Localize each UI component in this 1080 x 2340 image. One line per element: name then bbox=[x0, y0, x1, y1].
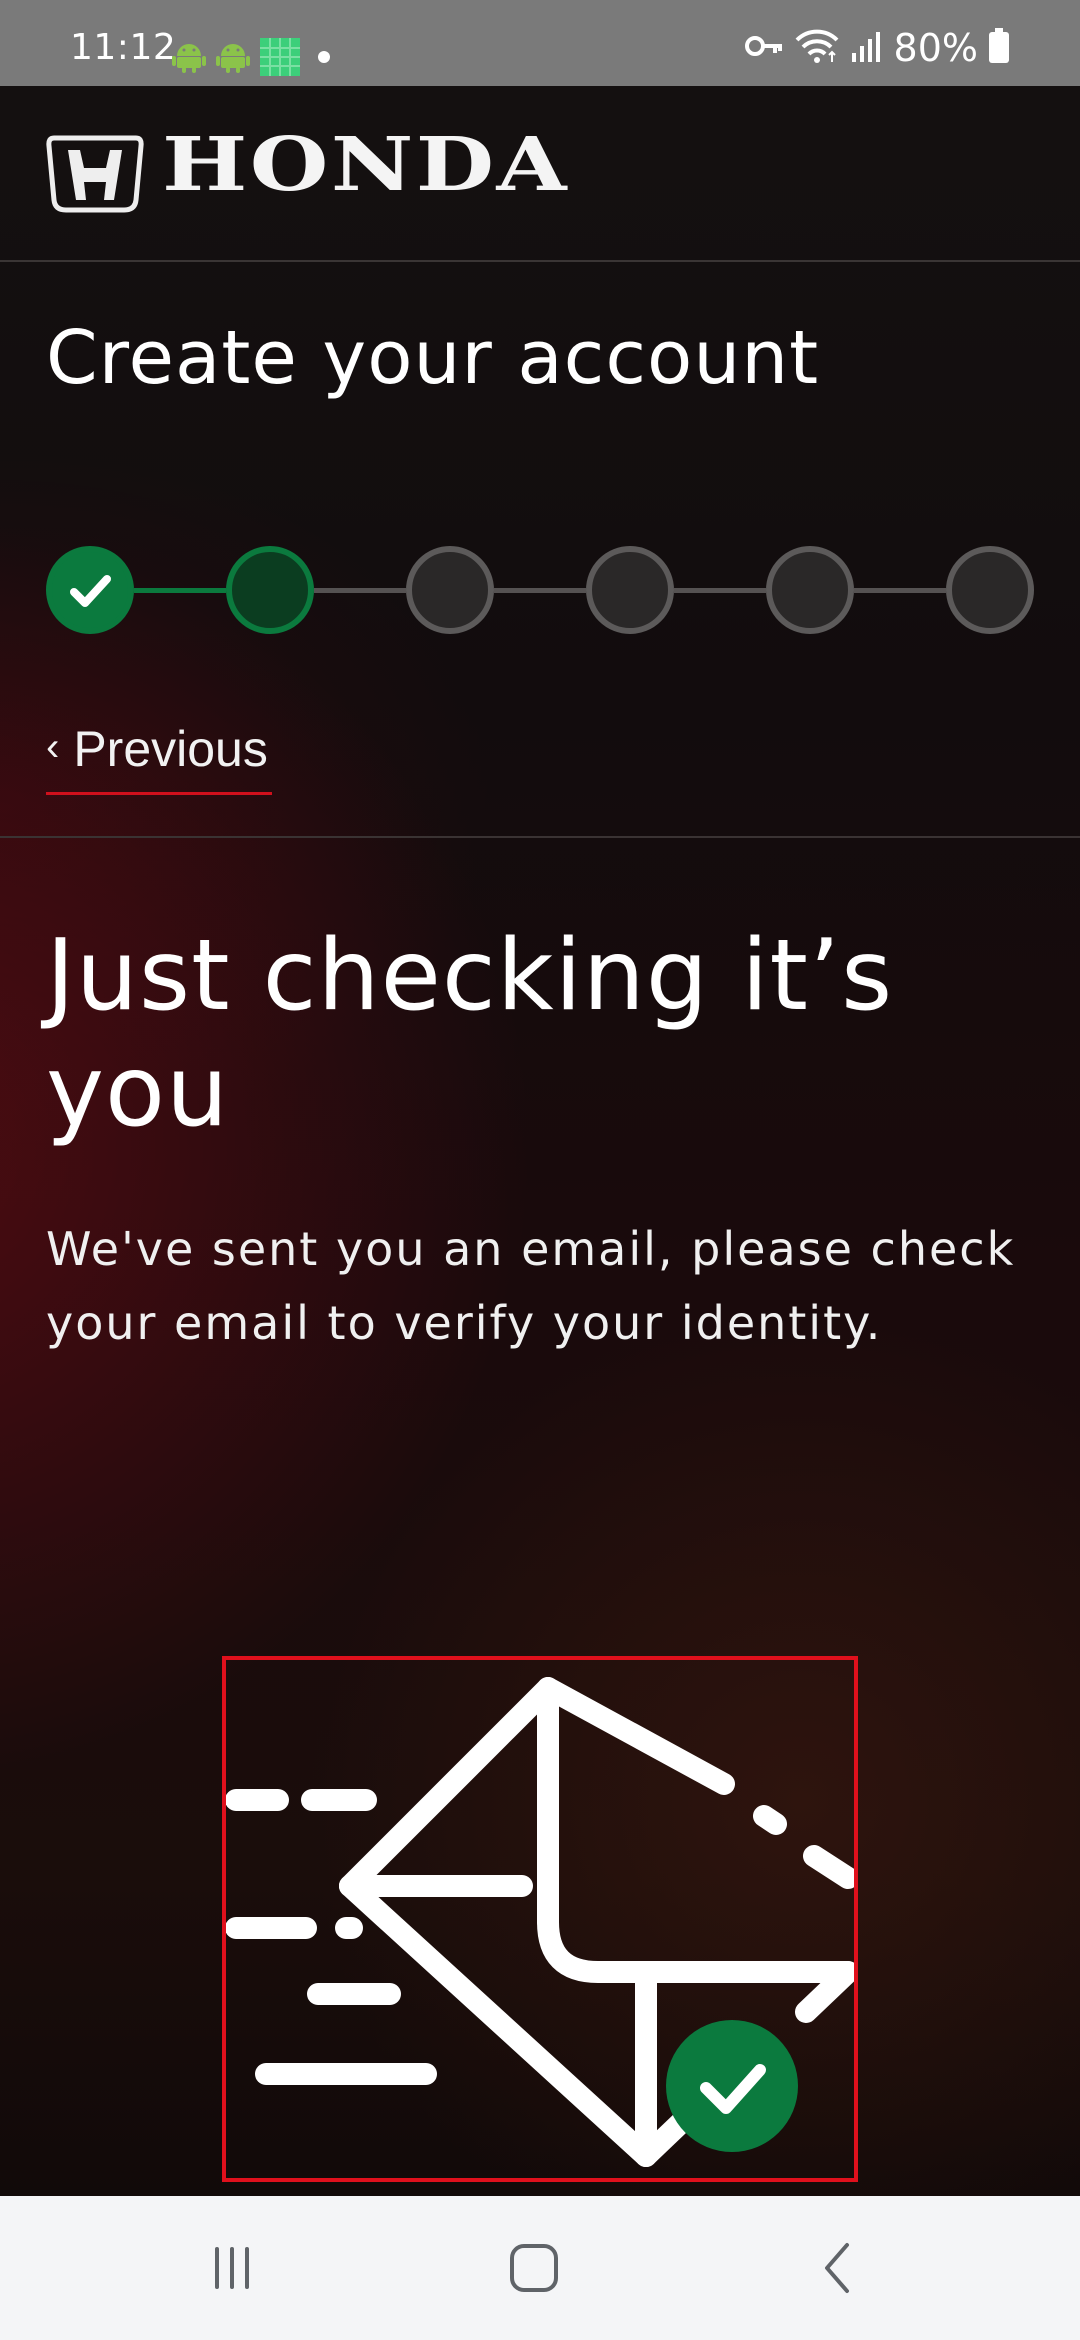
email-sent-check-icon bbox=[226, 1677, 854, 2167]
section-divider bbox=[0, 836, 1080, 838]
status-bar: 11:12 80% bbox=[0, 0, 1080, 86]
step-1-complete bbox=[46, 546, 134, 634]
verification-message: We've sent you an email, please check yo… bbox=[46, 1222, 1016, 1350]
brand-header: HONDA bbox=[0, 86, 1080, 262]
status-left-icons bbox=[172, 38, 334, 80]
step-connector bbox=[134, 588, 226, 593]
step-6 bbox=[946, 546, 1034, 634]
status-right: 80% bbox=[744, 28, 1010, 68]
verification-heading: Just checking it’s you bbox=[46, 919, 894, 1149]
chevron-left-icon: ‹ bbox=[46, 725, 60, 769]
honda-wordmark: HONDA bbox=[162, 122, 570, 208]
battery-percent: 80% bbox=[893, 26, 978, 70]
step-2-current bbox=[226, 546, 314, 634]
screen: 11:12 80% HONDA Create your account ‹ Pr… bbox=[0, 0, 1080, 2340]
step-connector bbox=[494, 588, 586, 593]
checkmark-icon bbox=[70, 575, 111, 607]
step-3 bbox=[406, 546, 494, 634]
step-4 bbox=[586, 546, 674, 634]
wifi-icon bbox=[794, 28, 840, 68]
recent-apps-icon bbox=[215, 2247, 249, 2289]
back-button[interactable] bbox=[788, 2232, 888, 2304]
progress-stepper bbox=[46, 546, 1036, 634]
notification-dot-icon bbox=[310, 40, 334, 78]
android-icon bbox=[216, 40, 250, 78]
system-nav-bar bbox=[0, 2196, 1080, 2340]
back-icon bbox=[825, 2243, 849, 2293]
email-sent-illustration bbox=[222, 1656, 858, 2182]
step-connector bbox=[674, 588, 766, 593]
app-grid-icon bbox=[260, 38, 300, 80]
honda-logo-icon[interactable] bbox=[46, 134, 144, 218]
previous-button[interactable]: ‹ Previous bbox=[46, 714, 272, 795]
step-connector bbox=[854, 588, 946, 593]
recent-apps-button[interactable] bbox=[182, 2232, 282, 2304]
home-button[interactable] bbox=[484, 2232, 584, 2304]
page-title: Create your account bbox=[46, 315, 820, 401]
battery-icon bbox=[988, 28, 1010, 68]
vpn-key-icon bbox=[744, 30, 784, 66]
step-5 bbox=[766, 546, 854, 634]
previous-label: Previous bbox=[73, 721, 268, 777]
status-time: 11:12 bbox=[70, 27, 177, 68]
step-connector bbox=[314, 588, 406, 593]
signal-icon bbox=[850, 29, 884, 67]
home-icon bbox=[510, 2244, 558, 2292]
android-icon bbox=[172, 40, 206, 78]
